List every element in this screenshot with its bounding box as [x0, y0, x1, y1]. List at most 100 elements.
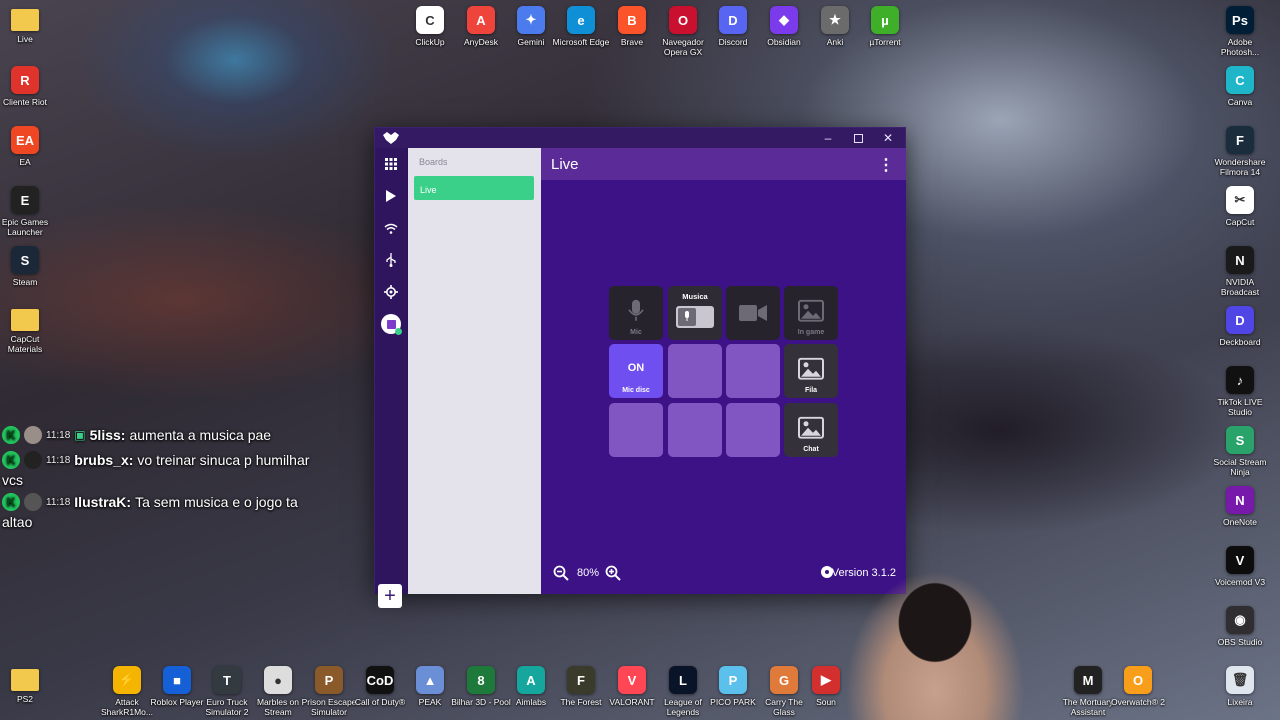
soundpad-icon: ▶	[812, 666, 840, 694]
league-icon: L	[669, 666, 697, 694]
empty-slot[interactable]	[668, 403, 722, 457]
deckboard-logo-icon	[383, 132, 399, 144]
on-status: ON	[627, 362, 645, 374]
board-item-live[interactable]: Live	[414, 176, 534, 200]
minimize-button[interactable]: –	[813, 128, 843, 148]
soundpad-shortcut[interactable]: ▶ Soun	[796, 666, 856, 707]
shortcut-label: The Forest	[560, 697, 602, 707]
steam-icon: S	[11, 246, 39, 274]
apps-grid-icon[interactable]	[381, 154, 401, 174]
canva-shortcut[interactable]: C Canva	[1210, 66, 1270, 107]
avatar	[24, 426, 42, 444]
anki-icon: ★	[821, 6, 849, 34]
more-options-icon[interactable]: ⋮	[878, 155, 894, 175]
shortcut-label: Social Stream Ninja	[1213, 457, 1267, 477]
photoshop-shortcut[interactable]: Ps Adobe Photosh...	[1210, 6, 1270, 57]
discord-icon: D	[719, 6, 747, 34]
empty-slot[interactable]	[609, 403, 663, 457]
close-button[interactable]: ✕	[873, 128, 903, 148]
chat-button[interactable]: Chat	[784, 403, 838, 457]
maximize-button[interactable]	[843, 128, 873, 148]
onenote-shortcut[interactable]: N OneNote	[1210, 486, 1270, 527]
social-stream-ninja-icon: S	[1226, 426, 1254, 454]
ps2-folder-icon	[11, 669, 39, 691]
shortcut-label: CapCut Materials	[7, 334, 43, 354]
shortcut-label: OneNote	[1222, 517, 1258, 527]
chat-time: 11:18	[46, 454, 71, 466]
aimlabs-icon: A	[517, 666, 545, 694]
bilhar-icon: 8	[467, 666, 495, 694]
maximize-icon	[853, 133, 863, 143]
tiktok-live-shortcut[interactable]: ♪ TikTok LIVE Studio	[1210, 366, 1270, 417]
empty-slot[interactable]	[726, 403, 780, 457]
chat-line: K 11:18 brubs_x: vo treinar sinuca p hum…	[2, 451, 309, 469]
utorrent-icon: µ	[871, 6, 899, 34]
title-bar[interactable]: – ✕	[375, 128, 905, 148]
capcut-materials-folder-shortcut[interactable]: CapCut Materials	[0, 306, 55, 354]
utorrent-shortcut[interactable]: µ µTorrent	[855, 6, 915, 47]
recycle-bin-shortcut[interactable]: 🗑 Lixeira	[1210, 666, 1270, 707]
shortcut-label: Roblox Player	[150, 697, 204, 707]
deckboard-shortcut[interactable]: D Deckboard	[1210, 306, 1270, 347]
ea-icon: EA	[11, 126, 39, 154]
board-title: Live	[551, 156, 579, 173]
ps2-folder-shortcut[interactable]: PS2	[0, 666, 55, 704]
in-game-button[interactable]: In game	[784, 286, 838, 340]
shortcut-label: CapCut	[1225, 217, 1255, 227]
board-footer: 80% Version 3.1.2	[541, 554, 906, 594]
euro-truck-icon: T	[213, 666, 241, 694]
usb-icon[interactable]	[381, 250, 401, 270]
mic-disc-button[interactable]: ON Mic disc	[609, 344, 663, 398]
shortcut-label: Epic Games Launcher	[1, 217, 49, 237]
add-board-button[interactable]: +	[378, 584, 402, 608]
ea-shortcut[interactable]: EA EA	[0, 126, 55, 167]
side-rail: +	[375, 148, 407, 608]
shortcut-label: Discord	[718, 37, 748, 47]
riot-client-shortcut[interactable]: R Cliente Riot	[0, 66, 55, 107]
mic-button[interactable]: Mic	[609, 286, 663, 340]
empty-slot[interactable]	[726, 344, 780, 398]
epic-games-shortcut[interactable]: E Epic Games Launcher	[0, 186, 55, 237]
live-folder-shortcut[interactable]: Live	[0, 6, 55, 44]
camera-button[interactable]	[726, 286, 780, 340]
tiktok-live-icon: ♪	[1226, 366, 1254, 394]
social-stream-ninja-shortcut[interactable]: S Social Stream Ninja	[1210, 426, 1270, 477]
zoom-in-icon[interactable]	[605, 565, 621, 581]
settings-gear-icon[interactable]	[381, 282, 401, 302]
empty-slot[interactable]	[668, 344, 722, 398]
pico-park-icon: P	[719, 666, 747, 694]
overwatch-shortcut[interactable]: O Overwatch® 2	[1108, 666, 1168, 707]
shortcut-label: PS2	[16, 694, 34, 704]
wifi-icon[interactable]	[381, 218, 401, 238]
chat-time: 11:18	[46, 429, 71, 441]
shortcut-label: µTorrent	[869, 37, 901, 47]
play-icon[interactable]	[381, 186, 401, 206]
shortcut-label: PEAK	[418, 697, 442, 707]
button-grid: Mic Musica In game ON Mic disc Fila Chat	[609, 286, 841, 462]
shortcut-label: Live	[17, 34, 33, 44]
shortcut-label: AnyDesk	[463, 37, 498, 47]
fila-button[interactable]: Fila	[784, 344, 838, 398]
shortcut-label: Lixeira	[1227, 697, 1253, 707]
musica-label: Musica	[682, 292, 708, 301]
zoom-out-icon[interactable]	[553, 565, 569, 581]
musica-button[interactable]: Musica	[668, 286, 722, 340]
canva-icon: C	[1226, 66, 1254, 94]
shortcut-label: Call of Duty®	[354, 697, 406, 707]
voicemod-shortcut[interactable]: V Voicemod V3	[1210, 546, 1270, 587]
twitch-icon[interactable]	[381, 314, 402, 335]
chat-time: 11:18	[46, 496, 71, 508]
shortcut-label: Soun	[816, 697, 836, 707]
video-camera-icon	[739, 305, 767, 321]
the-forest-icon: F	[567, 666, 595, 694]
filmora-shortcut[interactable]: F Wondershare Filmora 14	[1210, 126, 1270, 177]
opera-gx-icon: O	[669, 6, 697, 34]
nvidia-broadcast-shortcut[interactable]: N NVIDIA Broadcast	[1210, 246, 1270, 297]
edge-icon: e	[567, 6, 595, 34]
shortcut-label: Wondershare Filmora 14	[1214, 157, 1266, 177]
overwatch-icon: O	[1124, 666, 1152, 694]
shortcut-label: Adobe Photosh...	[1220, 37, 1260, 57]
capcut-shortcut[interactable]: ✂ CapCut	[1210, 186, 1270, 227]
steam-shortcut[interactable]: S Steam	[0, 246, 55, 287]
obs-shortcut[interactable]: ◉ OBS Studio	[1210, 606, 1270, 647]
